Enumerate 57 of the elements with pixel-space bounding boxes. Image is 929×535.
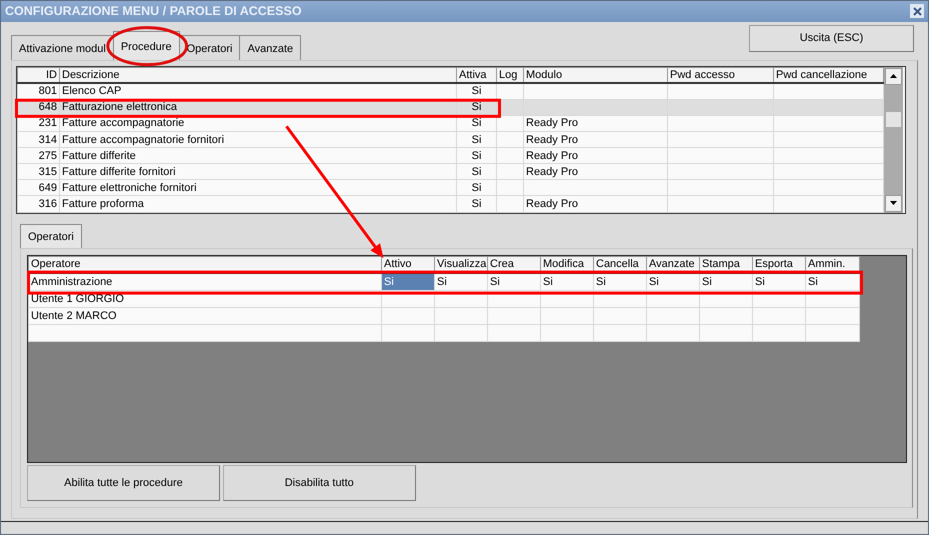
- table-cell: Si: [456, 196, 496, 212]
- table-cell: 649: [18, 180, 60, 196]
- column-header[interactable]: ID: [18, 67, 60, 84]
- table-cell: Ready Pro: [524, 115, 668, 132]
- table-cell: Si: [456, 180, 496, 196]
- table-cell: Si: [540, 273, 594, 290]
- table-cell: Ready Pro: [524, 148, 668, 164]
- table-cell: Amministrazione: [28, 273, 382, 290]
- action-button[interactable]: Abilita tutte le procedure: [27, 465, 220, 502]
- table-cell: Fatture proforma: [60, 196, 456, 212]
- column-header[interactable]: Descrizione: [60, 67, 456, 84]
- table-cell: Ready Pro: [524, 131, 668, 148]
- column-header[interactable]: Pwd accesso: [668, 67, 774, 84]
- tab[interactable]: Operatori: [20, 224, 82, 248]
- scroll-thumb[interactable]: [885, 111, 902, 128]
- table-cell: Ready Pro: [524, 164, 668, 180]
- table-cell: 275: [18, 148, 60, 164]
- table-cell: Si: [806, 273, 860, 290]
- table-cell: Ready Pro: [524, 196, 668, 212]
- table-cell: Si: [646, 273, 700, 290]
- action-button[interactable]: Disabilita tutto: [222, 465, 416, 502]
- table-cell: 231: [18, 115, 60, 132]
- table-cell: Si: [456, 164, 496, 180]
- column-header[interactable]: Log: [496, 67, 524, 84]
- table-cell: Fatture elettroniche fornitori: [60, 180, 456, 196]
- table-cell: Fatture accompagnatorie: [60, 115, 456, 132]
- scroll-down-icon[interactable]: [890, 201, 897, 206]
- table-cell: Si: [434, 273, 488, 290]
- exit-button[interactable]: Uscita (ESC): [749, 24, 914, 52]
- table-cell: 315: [18, 164, 60, 180]
- table-cell: Elenco CAP: [60, 83, 456, 100]
- table-cell: 316: [18, 196, 60, 212]
- close-icon[interactable]: [910, 4, 924, 18]
- table-cell: Si: [456, 148, 496, 164]
- column-header[interactable]: Modulo: [524, 67, 668, 84]
- tab[interactable]: Procedure: [112, 30, 180, 60]
- table-cell: Fatture accompagnatorie fornitori: [60, 131, 456, 148]
- vertical-scrollbar[interactable]: [884, 66, 903, 213]
- table-cell: Si: [456, 115, 496, 132]
- column-header[interactable]: Pwd cancellazione: [774, 67, 884, 84]
- table-cell: Si: [594, 273, 646, 290]
- scroll-up-icon[interactable]: [890, 74, 897, 78]
- table-cell: Utente 1 GIORGIO: [28, 290, 382, 308]
- table-cell: Utente 2 MARCO: [28, 307, 382, 324]
- table-cell: Si: [382, 273, 434, 290]
- table-cell: Si: [456, 131, 496, 148]
- table-cell: Fatture differite: [60, 148, 456, 164]
- tab[interactable]: Attivazione modul: [11, 34, 114, 60]
- table-cell: Si: [488, 273, 540, 290]
- column-header[interactable]: Attiva: [456, 67, 496, 84]
- table-cell: Fatture differite fornitori: [60, 164, 456, 180]
- table-cell: 801: [18, 83, 60, 100]
- table-cell: Si: [752, 273, 806, 290]
- window-title: CONFIGURAZIONE MENU / PAROLE DI ACCESSO: [5, 2, 302, 20]
- table-cell: 314: [18, 131, 60, 148]
- table-cell: Si: [700, 273, 752, 290]
- tab[interactable]: Avanzate: [239, 34, 302, 60]
